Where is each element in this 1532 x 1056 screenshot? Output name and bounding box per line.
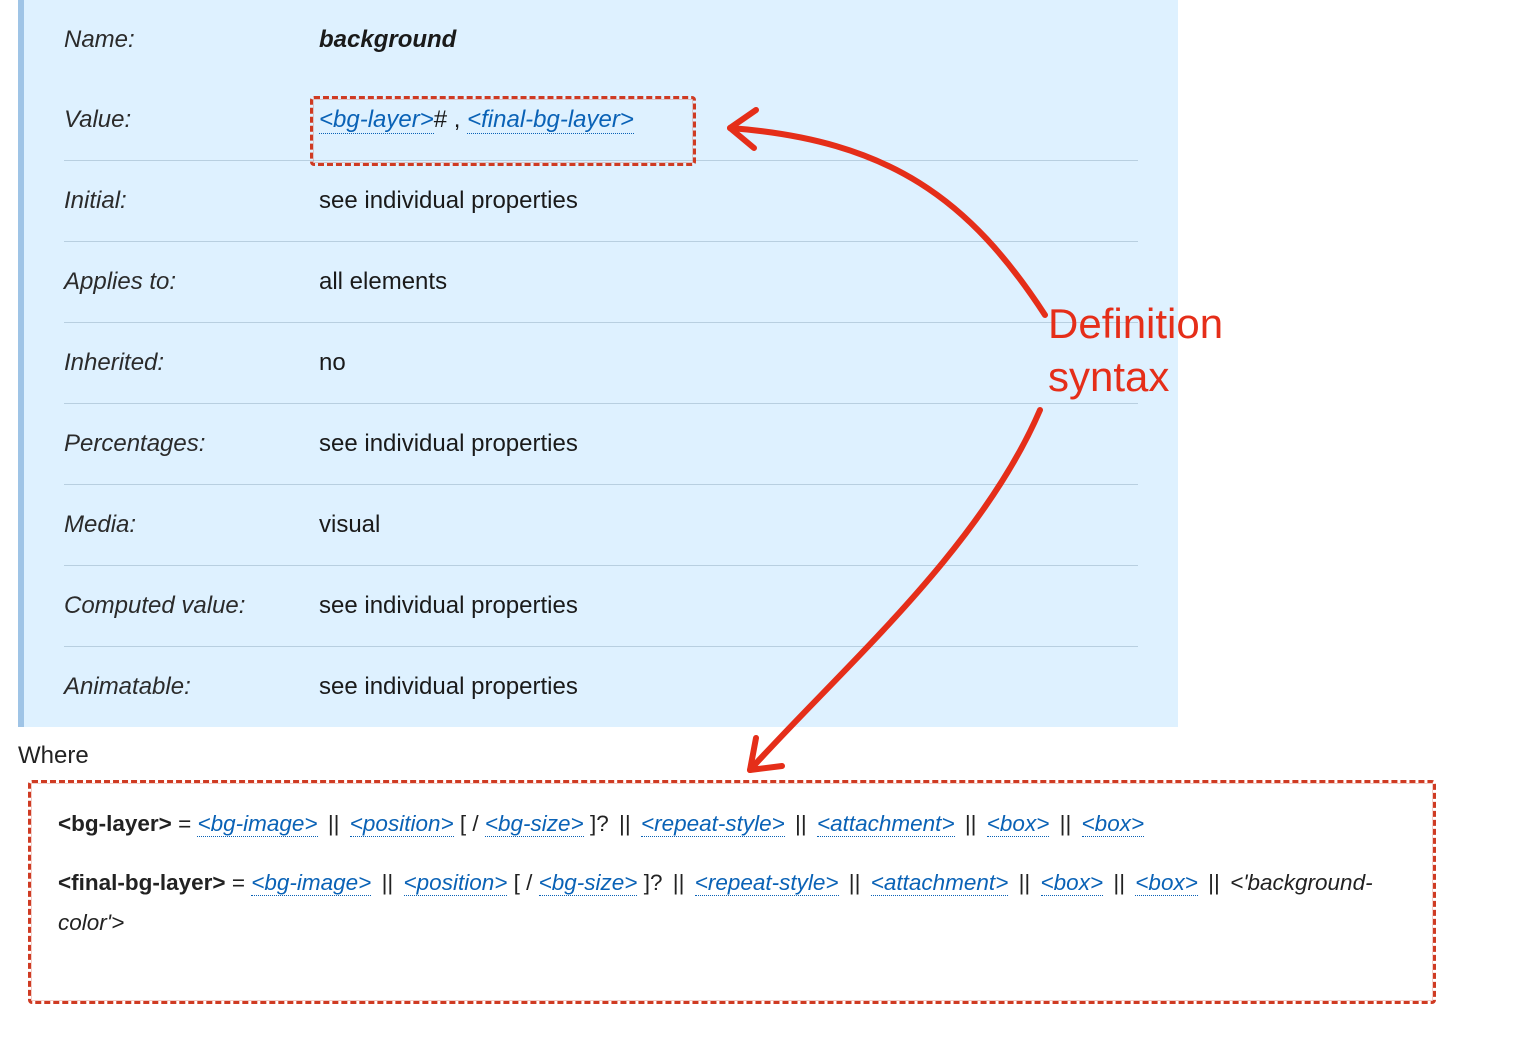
equals-sign: = <box>178 811 197 836</box>
syntax-operator: || <box>615 811 641 836</box>
syntax-term-link[interactable]: <bg-size> <box>539 870 638 896</box>
syntax-term-link[interactable]: <attachment> <box>817 811 955 837</box>
syntax-text: [ / <box>507 870 538 895</box>
syntax-operator: || <box>1198 870 1230 895</box>
propdef-row-percentages: Percentages: see individual properties <box>64 404 1138 485</box>
production-name: <bg-layer> <box>58 811 172 836</box>
production-name: <final-bg-layer> <box>58 870 226 895</box>
propdef-label: Computed value: <box>64 568 319 644</box>
syntax-term-link[interactable]: <box> <box>1041 870 1104 896</box>
syntax-term-link[interactable]: <box> <box>1135 870 1198 896</box>
syntax-text: ]? <box>584 811 615 836</box>
propdef-label: Name: <box>64 2 319 78</box>
syntax-text: [ / <box>454 811 485 836</box>
propdef-row-appliesto: Applies to: all elements <box>64 242 1138 323</box>
propdef-row-name: Name: background <box>64 0 1138 80</box>
syntax-term-link[interactable]: <final-bg-layer> <box>467 106 634 134</box>
syntax-operator: || <box>955 811 987 836</box>
propdef-label: Initial: <box>64 163 319 239</box>
syntax-term-link[interactable]: <bg-layer> <box>319 106 434 134</box>
annotation-label: Definitionsyntax <box>1048 298 1223 403</box>
propdef-value-syntax: <bg-layer># , <final-bg-layer> <box>319 82 1138 158</box>
property-name: background <box>319 26 456 53</box>
propdef-value: see individual properties <box>319 568 1138 644</box>
propdef-row-animatable: Animatable: see individual properties <box>64 647 1138 727</box>
syntax-term-link[interactable]: <position> <box>404 870 508 896</box>
propdef-value: see individual properties <box>319 649 1138 725</box>
propdef-value: visual <box>319 487 1138 563</box>
propdef-row-media: Media: visual <box>64 485 1138 566</box>
propdef-row-computed: Computed value: see individual propertie… <box>64 566 1138 647</box>
property-definition-table: Name: background Value: <bg-layer># , <f… <box>18 0 1178 727</box>
syntax-operator: || <box>1049 811 1081 836</box>
syntax-term-link[interactable]: <bg-size> <box>485 811 584 837</box>
propdef-row-inherited: Inherited: no <box>64 323 1138 404</box>
where-heading: Where <box>18 742 89 770</box>
syntax-term-link[interactable]: <bg-image> <box>197 811 317 837</box>
propdef-label: Animatable: <box>64 649 319 725</box>
syntax-operator: || <box>839 870 871 895</box>
syntax-term-link[interactable]: <box> <box>987 811 1050 837</box>
syntax-term-link[interactable]: <repeat-style> <box>641 811 785 837</box>
propdef-row-initial: Initial: see individual properties <box>64 161 1138 242</box>
propdef-label: Media: <box>64 487 319 563</box>
equals-sign: = <box>232 870 251 895</box>
definition-tokens: <bg-image> || <position> [ / <bg-size> ]… <box>58 870 1373 936</box>
syntax-term-link[interactable]: <position> <box>350 811 454 837</box>
syntax-operator: || <box>371 870 403 895</box>
propdef-value: no <box>319 325 1138 401</box>
syntax-term-link[interactable]: <bg-image> <box>251 870 371 896</box>
syntax-term-link[interactable]: <box> <box>1082 811 1145 837</box>
syntax-operator: || <box>1008 870 1040 895</box>
definition-final-bg-layer: <final-bg-layer> = <bg-image> || <positi… <box>58 863 1398 944</box>
propdef-row-value: Value: <bg-layer># , <final-bg-layer> <box>64 80 1138 161</box>
propdef-label: Value: <box>64 82 319 158</box>
syntax-text: ]? <box>637 870 668 895</box>
syntax-term-link[interactable]: <attachment> <box>871 870 1009 896</box>
definition-tokens: <bg-image> || <position> [ / <bg-size> ]… <box>197 811 1144 837</box>
syntax-text: # , <box>434 106 467 133</box>
propdef-value-name: background <box>319 2 1138 78</box>
syntax-operator: || <box>785 811 817 836</box>
propdef-value: all elements <box>319 244 1138 320</box>
propdef-label: Percentages: <box>64 406 319 482</box>
propdef-value: see individual properties <box>319 406 1138 482</box>
propdef-label: Inherited: <box>64 325 319 401</box>
value-syntax-expression: <bg-layer># , <final-bg-layer> <box>309 102 644 138</box>
syntax-operator: || <box>318 811 350 836</box>
propdef-value: see individual properties <box>319 163 1138 239</box>
syntax-term-link[interactable]: <repeat-style> <box>695 870 839 896</box>
definition-bg-layer: <bg-layer> = <bg-image> || <position> [ … <box>58 804 1398 845</box>
propdef-label: Applies to: <box>64 244 319 320</box>
definitions-block: <bg-layer> = <bg-image> || <position> [ … <box>30 782 1426 966</box>
syntax-operator: || <box>669 870 695 895</box>
syntax-operator: || <box>1103 870 1135 895</box>
